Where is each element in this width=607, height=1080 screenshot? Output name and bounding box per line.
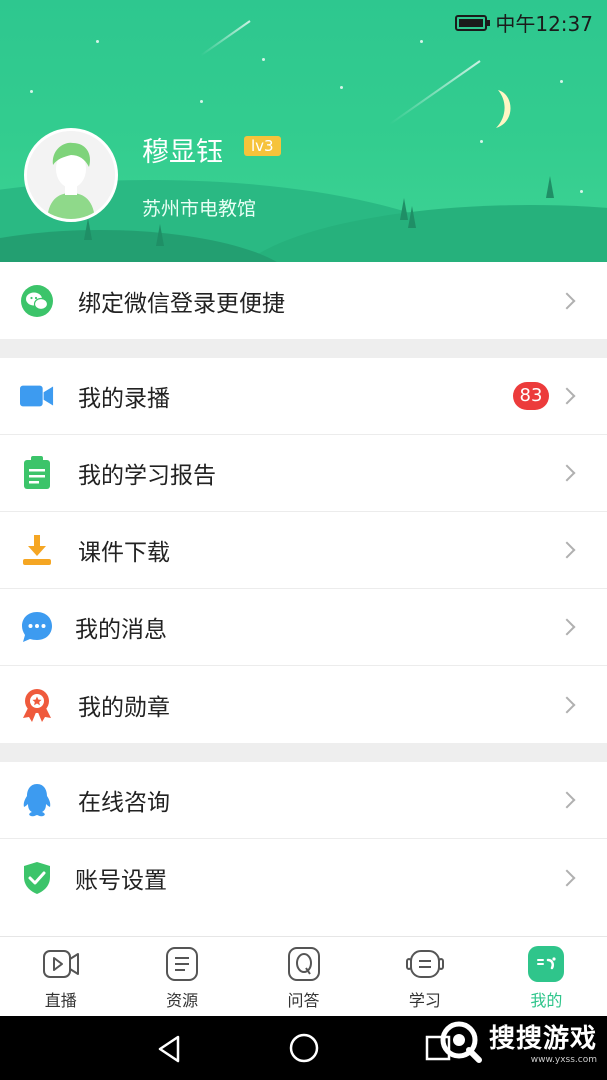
my-recordings-label: 我的录播 — [78, 386, 170, 412]
chevron-right-icon — [558, 541, 576, 559]
chevron-right-icon — [558, 292, 576, 309]
chevron-right-icon — [558, 869, 576, 886]
watermark-url: www.yxss.com — [530, 1055, 597, 1065]
wechat-icon — [20, 284, 54, 318]
status-bar: 中午12:37 — [455, 8, 593, 37]
nav-mine[interactable]: 我的 — [486, 937, 607, 1016]
star — [480, 140, 483, 143]
status-time: 中午12:37 — [495, 12, 593, 36]
star — [580, 190, 583, 193]
home-icon[interactable] — [288, 1032, 320, 1064]
back-icon[interactable] — [156, 1034, 182, 1064]
document-icon — [163, 945, 201, 983]
star — [340, 86, 343, 89]
star — [30, 90, 33, 93]
tree-decoration — [156, 224, 164, 246]
chevron-right-icon — [558, 618, 576, 636]
courseware-download-row[interactable]: 课件下载 — [0, 512, 607, 589]
nav-mine-label: 我的 — [530, 991, 563, 1010]
nav-study[interactable]: 学习 — [364, 937, 485, 1016]
tree-decoration — [546, 176, 554, 198]
nav-qa[interactable]: 问答 — [243, 937, 364, 1016]
bind-wechat-row[interactable]: 绑定微信登录更便捷 — [0, 262, 607, 339]
my-messages-row[interactable]: 我的消息 — [0, 589, 607, 666]
avatar-person-icon — [27, 131, 115, 219]
username: 穆显钰 — [142, 137, 223, 168]
my-messages-label: 我的消息 — [75, 617, 167, 643]
meteor — [389, 60, 481, 125]
avatar[interactable] — [24, 128, 118, 222]
nav-resources-label: 资源 — [166, 991, 199, 1010]
system-navigation-bar: 搜搜游戏 www.yxss.com — [0, 1016, 607, 1080]
courseware-download-label: 课件下载 — [78, 540, 170, 566]
tree-decoration — [408, 206, 416, 228]
shield-check-icon — [20, 861, 54, 895]
star — [560, 80, 563, 83]
support-menu-card: 在线咨询 账号设置 — [0, 762, 607, 936]
nav-resources[interactable]: 资源 — [121, 937, 242, 1016]
chevron-right-icon — [558, 791, 576, 809]
meteor — [200, 20, 251, 57]
my-medals-row[interactable]: 我的勋章 — [0, 666, 607, 743]
bottom-navigation: 直播 资源 问答 学习 我的 — [0, 936, 607, 1016]
star — [420, 40, 423, 43]
account-settings-row[interactable]: 账号设置 — [0, 839, 607, 916]
chevron-right-icon — [558, 387, 576, 405]
level-badge: lv3 — [244, 136, 281, 156]
online-consult-label: 在线咨询 — [78, 790, 170, 816]
watermark-logo-icon — [440, 1021, 482, 1063]
my-recordings-row[interactable]: 我的录播 83 — [0, 358, 607, 435]
profile-header: 中午12:37 穆显钰 lv3 苏州市电教馆 — [0, 0, 607, 262]
main-menu-card: 我的录播 83 我的学习报告 课件下载 我的消息 我的勋章 — [0, 358, 607, 743]
star — [96, 40, 99, 43]
my-medals-label: 我的勋章 — [78, 694, 170, 721]
bind-wechat-label: 绑定微信登录更便捷 — [78, 290, 285, 317]
my-study-report-row[interactable]: 我的学习报告 — [0, 435, 607, 512]
chevron-right-icon — [558, 696, 576, 713]
chevron-right-icon — [558, 464, 576, 482]
robot-face-icon — [405, 945, 444, 983]
nav-study-label: 学习 — [408, 991, 441, 1010]
tree-decoration — [84, 218, 92, 240]
nav-qa-label: 问答 — [287, 991, 320, 1010]
download-icon — [20, 533, 54, 567]
online-consult-row[interactable]: 在线咨询 — [0, 762, 607, 839]
video-camera-icon — [20, 379, 54, 413]
organization-label: 苏州市电教馆 — [142, 198, 257, 220]
medal-icon — [20, 688, 54, 722]
recordings-count-badge: 83 — [513, 382, 549, 410]
question-icon — [285, 945, 323, 983]
nav-live[interactable]: 直播 — [0, 937, 121, 1016]
smile-face-icon — [527, 945, 565, 983]
watermark: 搜搜游戏 www.yxss.com — [439, 1018, 597, 1065]
battery-icon — [455, 14, 491, 31]
qq-penguin-icon — [20, 783, 54, 817]
chat-bubble-icon — [20, 610, 54, 644]
star — [200, 100, 203, 103]
my-study-report-label: 我的学习报告 — [78, 463, 216, 489]
moon-icon — [496, 90, 511, 128]
watermark-text: 搜搜游戏 — [488, 1024, 597, 1054]
tree-decoration — [400, 198, 408, 220]
account-settings-label: 账号设置 — [75, 867, 167, 894]
wechat-card: 绑定微信登录更便捷 — [0, 262, 607, 339]
star — [262, 58, 265, 61]
clipboard-icon — [20, 456, 54, 490]
live-video-icon — [42, 945, 80, 983]
nav-live-label: 直播 — [44, 991, 77, 1010]
